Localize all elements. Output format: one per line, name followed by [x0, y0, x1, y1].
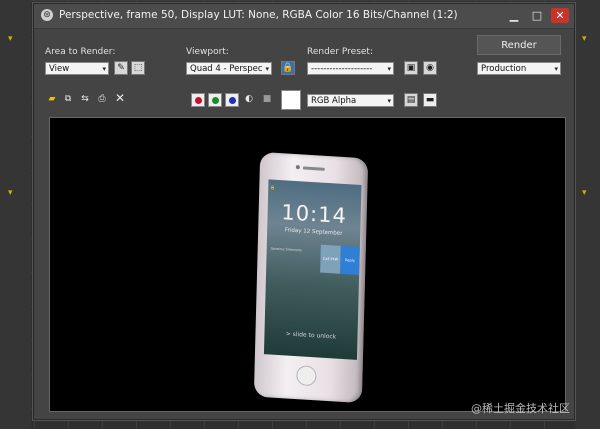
speaker-grille — [302, 166, 325, 171]
grid-tick: ▾ — [582, 34, 587, 44]
environment-icon[interactable]: ◉ — [423, 61, 437, 75]
title-bar[interactable]: ⊛ Perspective, frame 50, Display LUT: No… — [34, 4, 574, 29]
color-swatch[interactable] — [281, 90, 301, 110]
render-frame-window: ⊛ Perspective, frame 50, Display LUT: No… — [33, 3, 575, 420]
chevron-down-icon: ▾ — [102, 65, 106, 73]
print-image-icon[interactable]: ⎙ — [95, 93, 109, 107]
copy-image-icon[interactable]: ⧉ — [61, 93, 75, 107]
green-channel-dot — [212, 97, 219, 104]
background-panel — [0, 0, 31, 429]
render-preset-label: Render Preset: — [307, 47, 373, 57]
background-panel-right — [575, 0, 600, 429]
render-button[interactable]: Render — [477, 35, 561, 55]
chevron-down-icon: ▾ — [387, 65, 391, 73]
home-button — [296, 365, 317, 387]
red-channel-dot — [195, 97, 202, 104]
production-value: Production — [481, 64, 527, 74]
watermark: @稀土掘金技术社区 — [471, 402, 570, 415]
clone-window-icon[interactable]: ⇆ — [78, 93, 92, 107]
status-bar: 🔒 — [268, 181, 361, 195]
edit-region-icon[interactable]: ✎ — [114, 61, 128, 75]
blue-channel-dot — [229, 97, 236, 104]
notification-action-right: Reply — [340, 245, 360, 275]
area-to-render-value: View — [49, 64, 70, 74]
padlock-icon: 🔒 — [270, 184, 276, 190]
slide-to-unlock: > slide to unlock — [285, 330, 337, 341]
lock-screen-time: 10:14 — [281, 200, 348, 229]
window-title: Perspective, frame 50, Display LUT: None… — [59, 9, 458, 21]
render-preset-value: -------------------- — [311, 64, 373, 74]
viewport-value: Quad 4 - Perspec — [190, 64, 263, 74]
alpha-channel-icon[interactable]: ◐ — [242, 93, 256, 107]
save-image-icon[interactable]: ▰ — [45, 93, 59, 107]
render-preset-dropdown[interactable]: -------------------- ▾ — [307, 62, 394, 75]
monochrome-icon[interactable]: ■ — [260, 93, 274, 107]
viewport-dropdown[interactable]: Quad 4 - Perspec ▾ — [186, 62, 272, 75]
phone-render: 🔒 10:14 Friday 12 September Jasmine Simm… — [253, 151, 369, 404]
render-output-view[interactable]: 🔒 10:14 Friday 12 September Jasmine Simm… — [49, 117, 566, 412]
blue-channel-toggle[interactable] — [225, 93, 239, 107]
production-dropdown[interactable]: Production ▾ — [477, 62, 561, 75]
viewport-label: Viewport: — [186, 47, 229, 57]
clear-icon[interactable]: ✕ — [113, 92, 127, 106]
camera-icon — [295, 165, 300, 170]
lock-viewport-icon[interactable]: 🔒 — [281, 61, 295, 75]
notification-action-left: Call PFW — [320, 244, 341, 274]
red-channel-toggle[interactable] — [191, 93, 205, 107]
area-to-render-label: Area to Render: — [45, 47, 116, 57]
chevron-down-icon: ▾ — [554, 65, 558, 73]
auto-region-icon[interactable]: ⬚ — [131, 61, 145, 75]
channel-display-dropdown[interactable]: RGB Alpha ▾ — [307, 94, 394, 107]
close-icon[interactable]: ✕ — [551, 8, 569, 23]
toggle-ui-icon[interactable]: ▬ — [423, 93, 437, 107]
chevron-down-icon: ▾ — [387, 97, 391, 105]
bottom-bar — [264, 347, 357, 360]
green-channel-toggle[interactable] — [208, 93, 222, 107]
grid-tick: ▾ — [8, 188, 13, 198]
area-to-render-dropdown[interactable]: View ▾ — [45, 62, 109, 75]
chevron-down-icon: ▾ — [265, 65, 269, 73]
minimize-icon[interactable]: ▁ — [505, 8, 523, 23]
toggle-ui-overlay-icon[interactable]: ▤ — [404, 93, 418, 107]
app-icon: ⊛ — [41, 9, 53, 21]
grid-tick: ▾ — [8, 34, 13, 44]
phone-screen: 🔒 10:14 Friday 12 September Jasmine Simm… — [263, 179, 362, 360]
render-setup-icon[interactable]: ▣ — [404, 61, 418, 75]
notification-text: Jasmine Simmons — [270, 246, 302, 253]
grid-tick: ▾ — [582, 188, 587, 198]
maximize-icon[interactable]: □ — [528, 8, 546, 23]
channel-display-value: RGB Alpha — [311, 96, 357, 106]
